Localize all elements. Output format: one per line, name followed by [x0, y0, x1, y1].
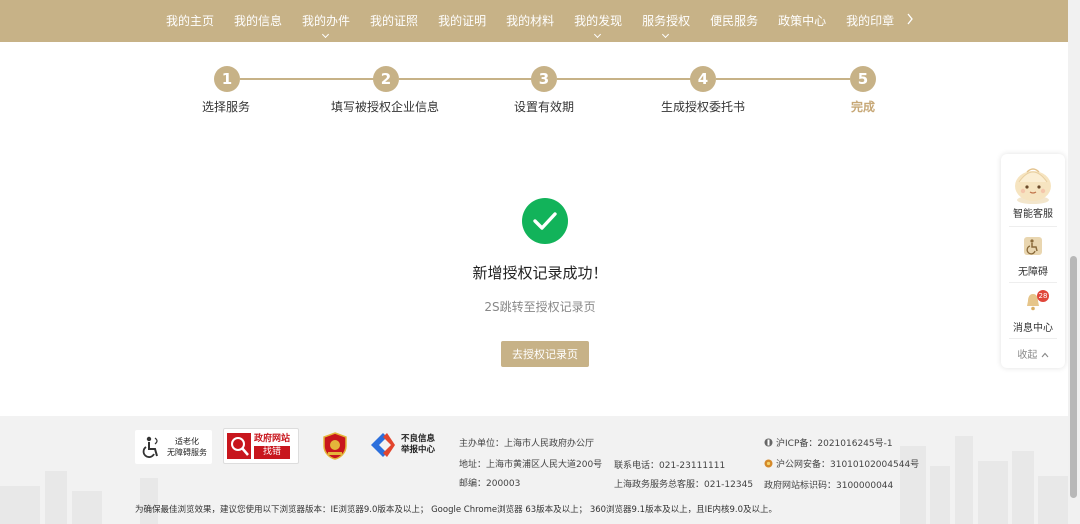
police-emblem-icon [323, 432, 347, 460]
nav-item-seals[interactable]: 我的印章 [836, 0, 904, 42]
divider [1009, 226, 1057, 227]
gov-site-error-report-link[interactable]: 政府网站 找错 [223, 428, 299, 464]
wheelchair-icon [1024, 237, 1042, 255]
go-to-authorization-records-button[interactable]: 去授权记录页 [501, 341, 589, 367]
smart-service-label: 智能客服 [1013, 209, 1053, 220]
assistant-avatar-icon [1015, 168, 1051, 204]
chevron-up-icon [1041, 352, 1049, 358]
nav-item-discover[interactable]: 我的发现 [564, 0, 632, 42]
chevron-down-icon [662, 30, 670, 39]
check-circle-icon [522, 198, 568, 244]
nav-item-authorization[interactable]: 服务授权 [632, 0, 700, 42]
nav-item-licenses[interactable]: 我的证照 [360, 0, 428, 42]
nav-item-convenience[interactable]: 便民服务 [700, 0, 768, 42]
police-badge-icon [764, 459, 773, 468]
sponsor-text: 主办单位：上海市人民政府办公厅 [459, 439, 595, 449]
step-label-select-service: 选择服务 [201, 100, 251, 114]
step-connector [399, 78, 532, 80]
nav-item-materials[interactable]: 我的材料 [496, 0, 564, 42]
site-code-text: 政府网站标识码：3100000044 [764, 481, 894, 491]
scrollbar-thumb[interactable] [1070, 256, 1077, 498]
nav-item-home[interactable]: 我的主页 [156, 0, 224, 42]
collapse-label: 收起 [1017, 350, 1038, 361]
step-label-company-info: 填写被授权企业信息 [330, 100, 440, 114]
success-title: 新增授权记录成功！ [472, 264, 608, 282]
elderly-logo-text-2: 无障碍服务 [167, 448, 207, 457]
step-connector [240, 78, 374, 80]
accessibility-icon [142, 436, 158, 458]
icp-icon [764, 438, 773, 447]
phone-text: 联系电话：021-23111111 [614, 461, 726, 471]
accessibility-button[interactable]: 无障碍 [1001, 236, 1065, 278]
top-nav: 我的主页 我的信息 我的办件 我的证照 我的证明 我的材料 我的发现 服务授权 … [0, 0, 1080, 42]
postcode-text: 邮编：200003 [459, 479, 521, 489]
nav-item-policy[interactable]: 政策中心 [768, 0, 836, 42]
hotline-text: 上海政务服务总客服：021-12345 [614, 480, 754, 490]
nav-item-cases[interactable]: 我的办件 [292, 0, 360, 42]
chevron-right-icon[interactable] [906, 13, 914, 29]
nav-item-certificates[interactable]: 我的证明 [428, 0, 496, 42]
page: 我的主页 我的信息 我的办件 我的证照 我的证明 我的材料 我的发现 服务授权 … [0, 0, 1080, 524]
step-number-4: 4 [690, 66, 716, 92]
find-error-logo-text: 找错 [254, 446, 291, 459]
divider [1009, 338, 1057, 339]
report-center-icon [371, 433, 395, 457]
magnifier-icon [227, 433, 251, 459]
police-record-text: 沪公网安备：31010102004544号 [776, 460, 920, 470]
collapse-button[interactable]: 收起 [1001, 346, 1065, 362]
report-logo-text-2: 举报中心 [401, 445, 436, 455]
icp-record-text: 沪ICP备：2021016245号-1 [776, 439, 893, 449]
step-label-complete: 完成 [850, 100, 876, 114]
smart-service-button[interactable]: 智能客服 [1001, 160, 1065, 220]
floating-service-panel: 智能客服 无障碍 28 消息中心 收起 [1001, 154, 1065, 368]
message-center-label: 消息中心 [1013, 323, 1053, 334]
message-center-button[interactable]: 28 消息中心 [1001, 290, 1065, 334]
step-number-2: 2 [373, 66, 399, 92]
browser-recommendation-note: 为确保最佳浏览效果，建议您使用以下浏览器版本：IE浏览器9.0版本及以上； Go… [135, 505, 777, 515]
progress-stepper: 1 2 3 4 5 选择服务 填写被授权企业信息 设置有效期 生成授权委托书 完… [0, 62, 1080, 122]
chevron-down-icon [594, 30, 602, 39]
police-record-link[interactable]: 沪公网安备：31010102004544号 [764, 457, 919, 470]
step-number-1: 1 [214, 66, 240, 92]
divider [1009, 282, 1057, 283]
gov-site-logo-text: 政府网站 [254, 434, 291, 444]
report-logo-text-1: 不良信息 [401, 434, 436, 444]
bad-info-report-center-link[interactable]: 不良信息 举报中心 [369, 432, 435, 458]
step-number-5: 5 [850, 66, 876, 92]
elderly-logo-text-1: 适老化 [175, 437, 199, 446]
nav-item-info[interactable]: 我的信息 [224, 0, 292, 42]
icp-record-link[interactable]: 沪ICP备：2021016245号-1 [764, 436, 893, 449]
step-connector [716, 78, 850, 80]
accessibility-label: 无障碍 [1018, 267, 1048, 278]
police-emblem-link[interactable] [322, 432, 348, 464]
step-label-generate-letter: 生成授权委托书 [660, 100, 746, 114]
chevron-down-icon [321, 30, 330, 39]
elderly-friendly-service-link[interactable]: 适老化 无障碍服务 [135, 430, 212, 464]
step-label-validity: 设置有效期 [513, 100, 575, 114]
redirect-countdown-text: 2S跳转至授权记录页 [484, 300, 596, 314]
step-connector [557, 78, 691, 80]
message-count-badge: 28 [1037, 290, 1049, 302]
address-text: 地址：上海市黄浦区人民大道200号 [459, 460, 603, 470]
step-number-3: 3 [531, 66, 557, 92]
